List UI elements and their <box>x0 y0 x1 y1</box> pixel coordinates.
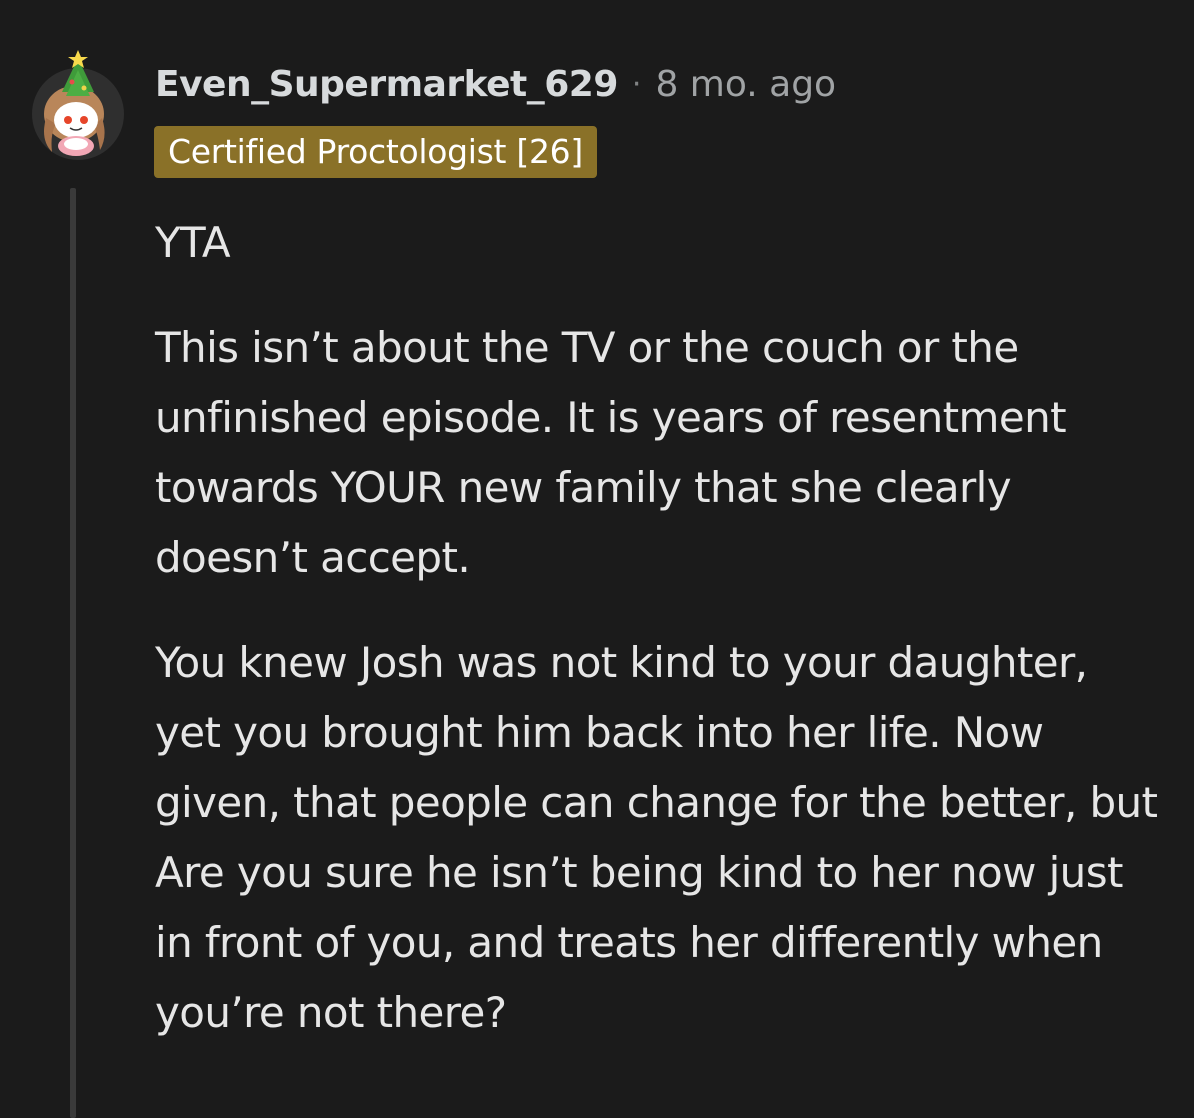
thread-collapse-line[interactable] <box>70 188 76 1118</box>
comment-paragraph: YTA <box>155 218 231 267</box>
user-avatar[interactable] <box>30 48 126 160</box>
comment-timestamp[interactable]: 8 mo. ago <box>655 62 836 108</box>
meta-separator: · <box>631 67 642 102</box>
comment-paragraph: This isn’t about the TV or the couch or … <box>155 323 1067 582</box>
comment-paragraph: You knew Josh was not kind to your daugh… <box>155 638 1158 1037</box>
username-link[interactable]: Even_Supermarket_629 <box>155 62 618 108</box>
comment-body: YTA This isn’t about the TV or the couch… <box>155 208 1160 1083</box>
user-flair-badge: Certified Proctologist [26] <box>154 126 597 178</box>
comment-header: Even_Supermarket_629 · 8 mo. ago <box>155 62 836 108</box>
snoo-avatar-icon <box>32 50 124 160</box>
comment: Even_Supermarket_629 · 8 mo. ago Certifi… <box>0 0 1194 1118</box>
